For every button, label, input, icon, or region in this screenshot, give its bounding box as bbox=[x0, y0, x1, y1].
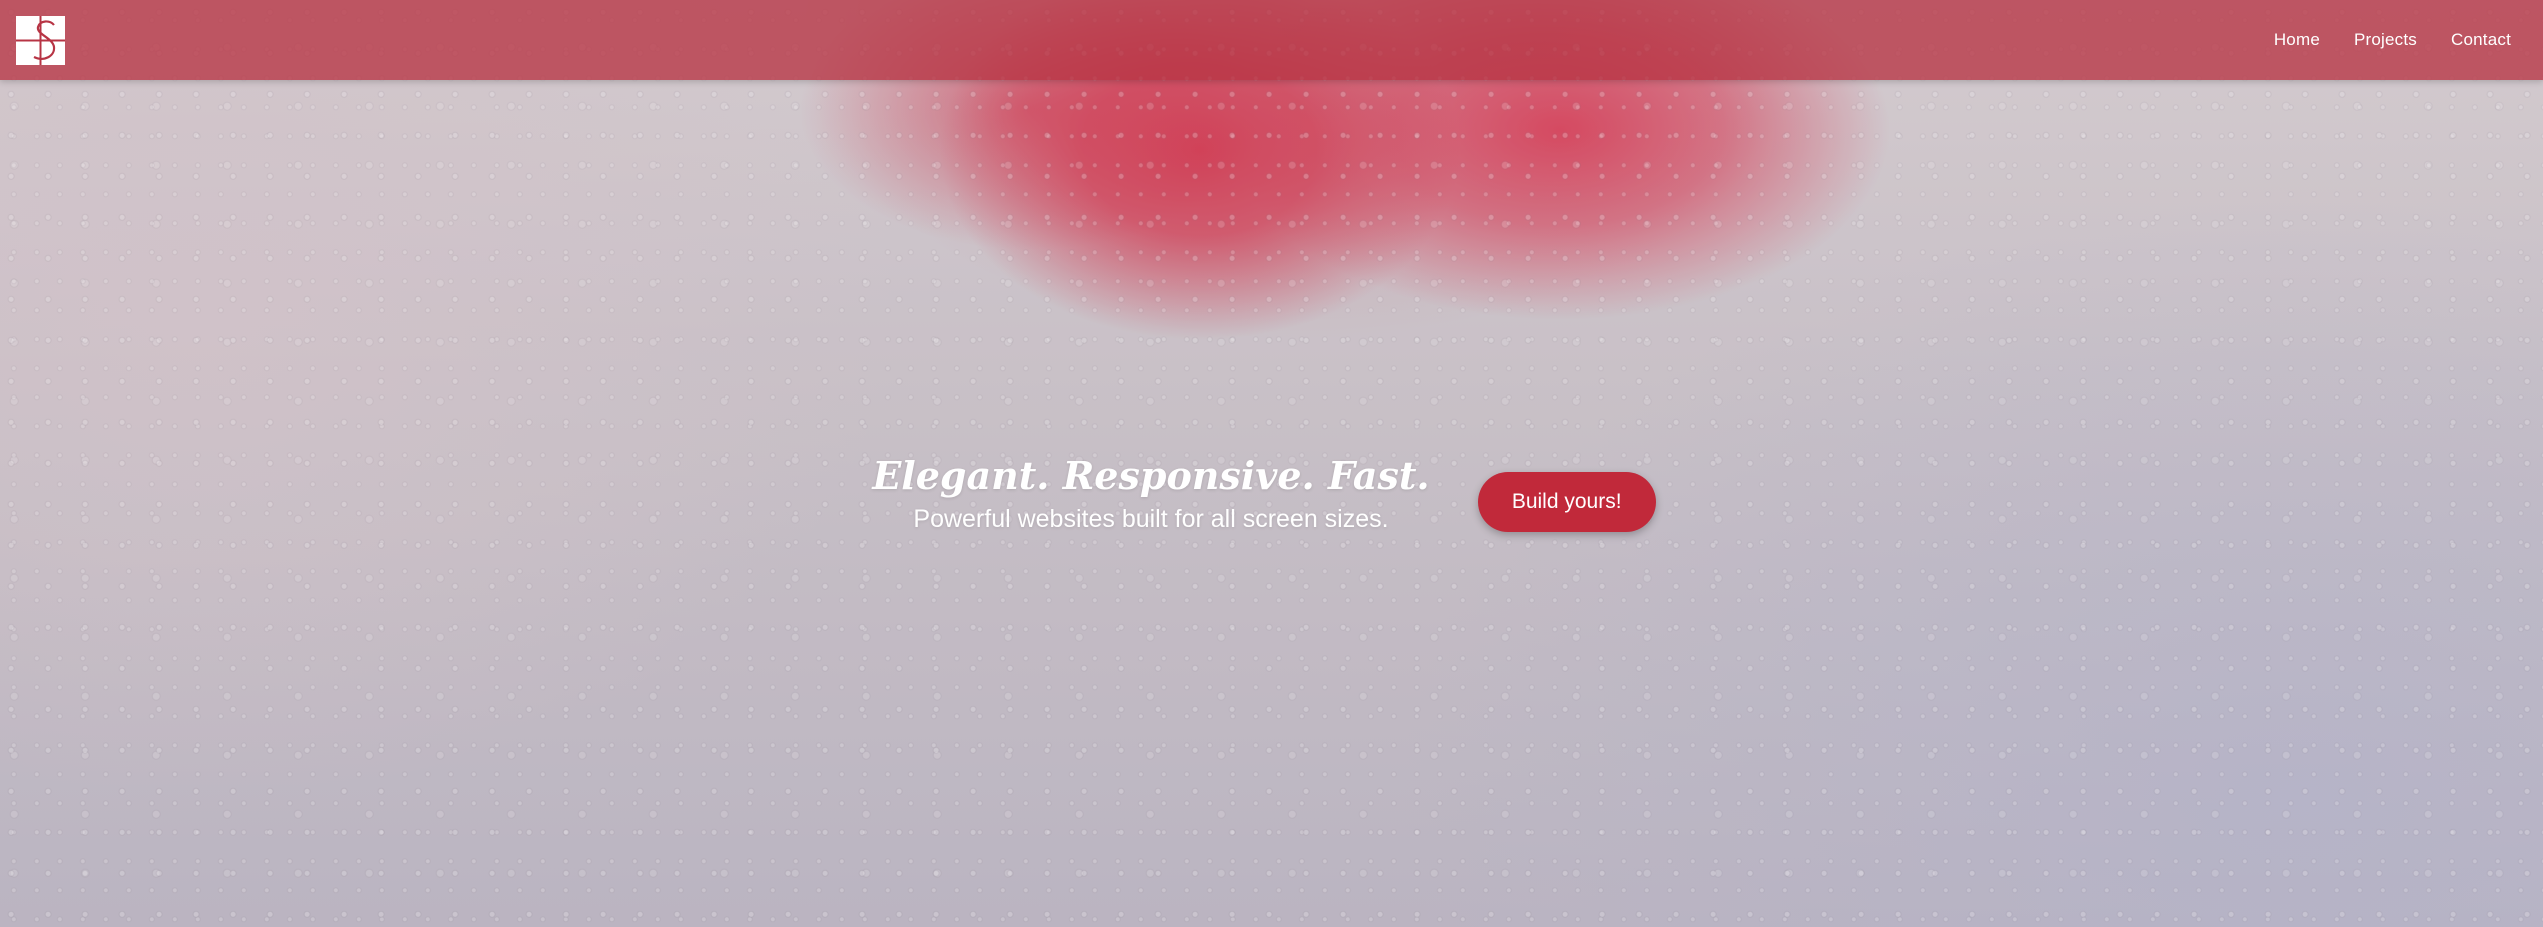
build-yours-button[interactable]: Build yours! bbox=[1477, 472, 1656, 533]
main-nav: Home Projects Contact bbox=[2257, 22, 2511, 58]
nav-link-projects[interactable]: Projects bbox=[2337, 22, 2434, 58]
hero-title: Elegant. Responsive. Fast. bbox=[872, 453, 1430, 498]
s-monogram-logo-icon[interactable] bbox=[16, 15, 65, 65]
hero-subtitle: Powerful websites built for all screen s… bbox=[913, 504, 1389, 533]
hero-text: Elegant. Responsive. Fast. Powerful webs… bbox=[872, 455, 1429, 534]
top-navbar: Home Projects Contact bbox=[0, 0, 2543, 80]
hero-section: Elegant. Responsive. Fast. Powerful webs… bbox=[0, 455, 2543, 534]
nav-link-contact[interactable]: Contact bbox=[2434, 22, 2511, 58]
nav-link-home[interactable]: Home bbox=[2257, 22, 2337, 58]
